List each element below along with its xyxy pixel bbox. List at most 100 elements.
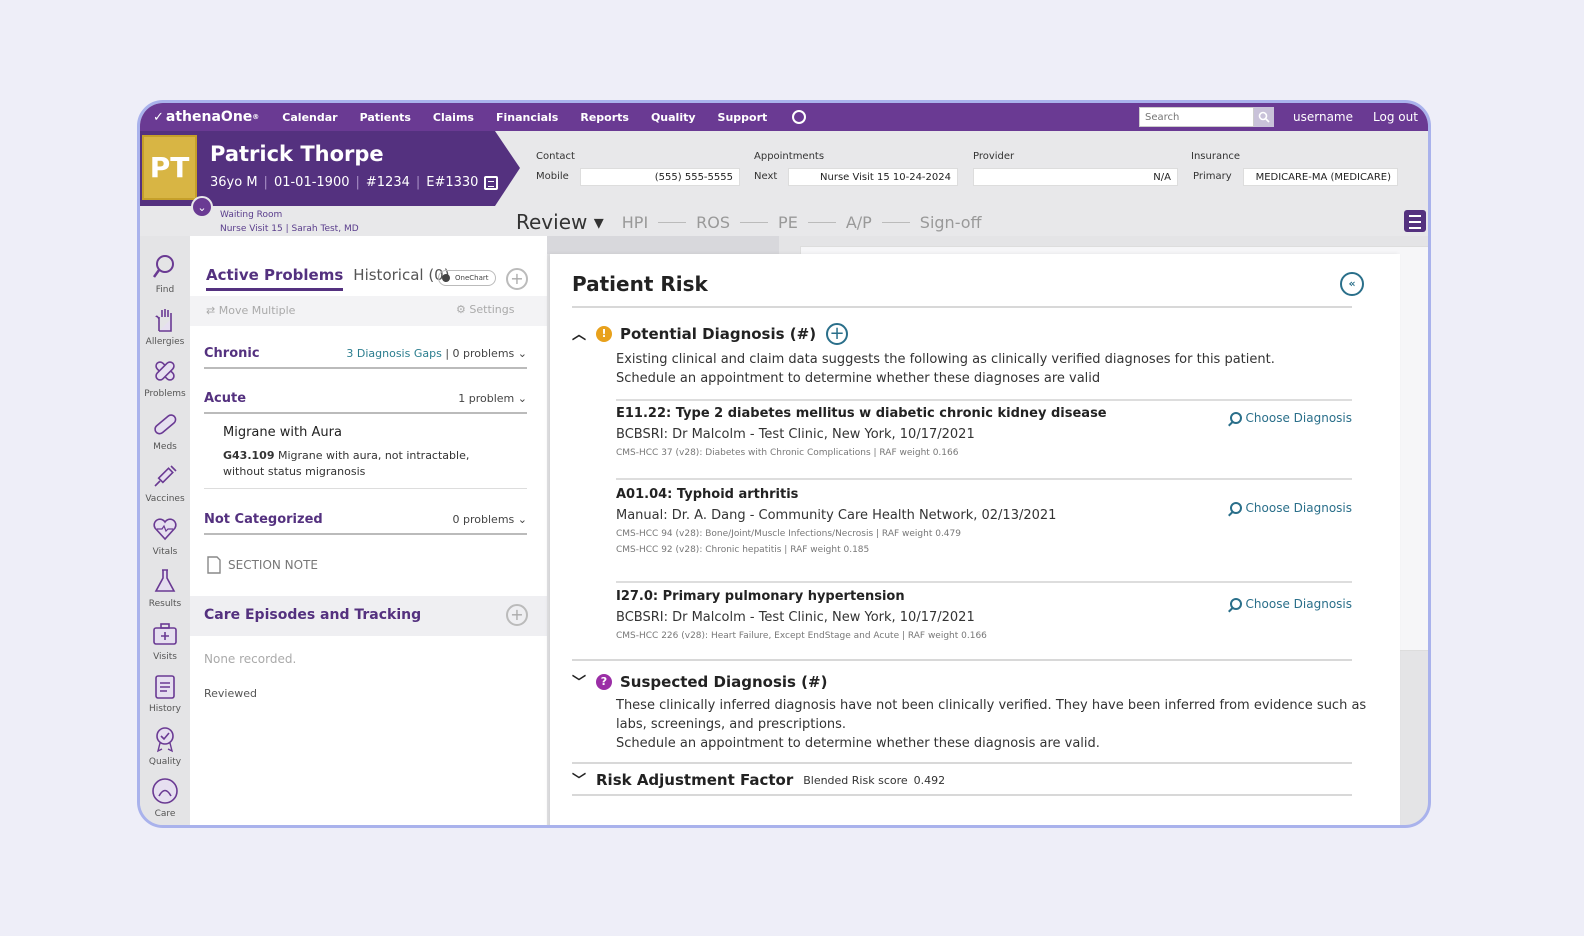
rail-find[interactable]: Find — [140, 253, 190, 295]
move-multiple-button[interactable]: ⇄ Move Multiple — [206, 304, 295, 317]
patient-avatar[interactable]: PT — [142, 135, 197, 200]
rail-results[interactable]: Results — [140, 567, 190, 609]
step-pe[interactable]: PE — [778, 213, 798, 232]
logout-link[interactable]: Log out — [1373, 110, 1418, 124]
contact-label: Contact — [536, 151, 575, 162]
waiting-room-label[interactable]: Waiting Room — [220, 208, 359, 222]
insurance-value: MEDICARE-MA (MEDICARE) — [1243, 168, 1398, 186]
nav-support[interactable]: Support — [718, 111, 768, 124]
tab-active-problems[interactable]: Active Problems — [206, 266, 344, 291]
step-ap[interactable]: A/P — [846, 213, 872, 232]
clipboard-icon — [155, 675, 175, 699]
step-review[interactable]: Review ▾ — [516, 210, 604, 234]
reviewed-label: Reviewed — [204, 687, 257, 700]
problems-toolbar: ⇄ Move Multiple ⚙ Settings — [190, 296, 547, 326]
chronic-section[interactable]: Chronic 3 Diagnosis Gaps | 0 problems ⌄ — [204, 346, 527, 369]
rail-visits[interactable]: Visits — [140, 620, 190, 662]
care-episodes-title: Care Episodes and Tracking — [204, 607, 422, 623]
nav-reports[interactable]: Reports — [580, 111, 629, 124]
question-icon: ? — [596, 674, 612, 690]
problem-desc-1: Migrane with aura, not intractable, — [277, 449, 470, 462]
diagnosis-item: E11.22: Type 2 diabetes mellitus w diabe… — [616, 406, 1352, 458]
suspected-diagnosis-header[interactable]: ﹀ ? Suspected Diagnosis (#) — [572, 672, 827, 692]
magnifier-icon — [1229, 502, 1242, 514]
step-hpi[interactable]: HPI — [622, 213, 648, 232]
chronic-count: 0 problems — [452, 347, 515, 360]
tab-historical[interactable]: Historical (0) — [353, 266, 449, 291]
suspected-description: These clinically inferred diagnosis have… — [616, 698, 1367, 751]
appointments-label: Appointments — [754, 151, 825, 162]
expand-chevron-icon[interactable]: ⌄ — [191, 196, 213, 218]
section-note-button[interactable]: SECTION NOTE — [206, 556, 318, 574]
potential-diagnosis-header[interactable]: ︿ ! Potential Diagnosis (#) + — [572, 323, 849, 345]
diagnosis-meta: CMS-HCC 226 (v28): Heart Failure, Except… — [616, 631, 987, 641]
chevron-up-icon: ︿ — [572, 327, 586, 343]
workflow-bar: ⌄ Waiting Room Nurse Visit 15 | Sarah Te… — [140, 196, 1428, 236]
search-button[interactable] — [1254, 107, 1274, 127]
appointments-value[interactable]: Nurse Visit 15 10-24-2024 — [788, 168, 958, 186]
patient-info: 36yo M | 01-01-1900 | #1234 | E#1330 — [210, 175, 499, 190]
choose-diagnosis-button[interactable]: Choose Diagnosis — [1229, 597, 1352, 611]
rail-care[interactable]: Care — [140, 777, 190, 819]
left-rail: Find Allergies Problems Meds Vaccines Vi… — [140, 236, 190, 825]
patient-encounter: E#1330 — [426, 175, 479, 190]
diagnosis-item: I27.0: Primary pulmonary hypertension BC… — [616, 589, 1352, 641]
add-problem-icon[interactable]: + — [506, 268, 528, 290]
diagnosis-source: BCBSRI: Dr Malcolm - Test Clinic, New Yo… — [616, 427, 975, 442]
step-signoff[interactable]: Sign-off — [920, 213, 982, 232]
rail-meds[interactable]: Meds — [140, 410, 190, 452]
rail-problems[interactable]: Problems — [140, 357, 190, 399]
provider-label: Provider — [973, 151, 1015, 162]
logo-mark-icon: ✓ — [153, 109, 164, 125]
acute-section[interactable]: Acute 1 problem ⌄ — [204, 391, 527, 414]
menu-icon[interactable] — [1404, 210, 1426, 232]
problem-item[interactable]: Migrane with Aura G43.109 Migrane with a… — [223, 425, 503, 478]
bandage-icon — [155, 361, 175, 381]
add-care-episode-icon[interactable]: + — [506, 604, 528, 626]
onechart-toggle[interactable]: OneChart — [438, 270, 496, 286]
nav-quality[interactable]: Quality — [651, 111, 696, 124]
step-ros[interactable]: ROS — [696, 213, 730, 232]
diagnosis-meta: CMS-HCC 94 (v28): Bone/Joint/Muscle Infe… — [616, 529, 961, 539]
athena-logo[interactable]: ✓ athenaOne ® — [153, 109, 259, 125]
settings-button[interactable]: ⚙ Settings — [456, 303, 515, 316]
rail-quality[interactable]: Quality — [140, 725, 190, 767]
problem-code: G43.109 — [223, 449, 275, 462]
add-diagnosis-icon[interactable]: + — [826, 323, 849, 345]
insurance-label: Insurance — [1191, 151, 1241, 162]
rail-vitals[interactable]: Vitals — [140, 515, 190, 557]
visit-label[interactable]: Nurse Visit 15 — [220, 224, 283, 234]
risk-adjustment-header[interactable]: ﹀ Risk Adjustment Factor Blended Risk sc… — [572, 770, 945, 790]
username-link[interactable]: username — [1293, 110, 1353, 124]
rail-history[interactable]: History — [140, 672, 190, 714]
patient-id: #1234 — [365, 175, 410, 190]
document-icon[interactable] — [484, 175, 499, 190]
patient-banner: PT Patrick Thorpe 36yo M | 01-01-1900 | #1… — [140, 131, 520, 206]
blended-risk-value: 0.492 — [913, 773, 946, 787]
rail-vaccines[interactable]: Vaccines — [140, 462, 190, 504]
not-categorized-section[interactable]: Not Categorized 0 problems ⌄ — [204, 512, 527, 535]
diagnosis-meta: CMS-HCC 37 (v28): Diabetes with Chronic … — [616, 448, 959, 458]
nav-claims[interactable]: Claims — [433, 111, 474, 124]
potential-description: Existing clinical and claim data suggest… — [616, 352, 1275, 386]
potential-diagnosis-title: Potential Diagnosis (#) — [620, 325, 817, 343]
nav-patients[interactable]: Patients — [360, 111, 411, 124]
nav-calendar[interactable]: Calendar — [282, 111, 337, 124]
rail-allergies[interactable]: Allergies — [140, 305, 190, 347]
syringe-icon — [154, 465, 177, 487]
briefcase-icon — [153, 623, 177, 645]
problems-panel: Active Problems Historical (0) OneChart … — [190, 236, 547, 825]
choose-diagnosis-button[interactable]: Choose Diagnosis — [1229, 501, 1352, 515]
diagnosis-gaps-link[interactable]: 3 Diagnosis Gaps — [346, 347, 441, 360]
collapse-panel-icon[interactable]: « — [1340, 272, 1364, 296]
search-input[interactable] — [1139, 107, 1254, 127]
patient-header: PT Patrick Thorpe 36yo M | 01-01-1900 | #1… — [140, 131, 1428, 206]
choose-diagnosis-button[interactable]: Choose Diagnosis — [1229, 411, 1352, 425]
provider-link[interactable]: Sarah Test, MD — [291, 224, 358, 234]
heart-icon — [153, 518, 177, 541]
diagnosis-code: A01.04: Typhoid arthritis — [616, 487, 799, 502]
diagnosis-source: BCBSRI: Dr Malcolm - Test Clinic, New Yo… — [616, 610, 975, 625]
gear-icon[interactable] — [792, 110, 807, 124]
patient-risk-panel: Patient Risk « ︿ ! Potential Diagnosis (… — [550, 254, 1400, 825]
nav-financials[interactable]: Financials — [496, 111, 558, 124]
